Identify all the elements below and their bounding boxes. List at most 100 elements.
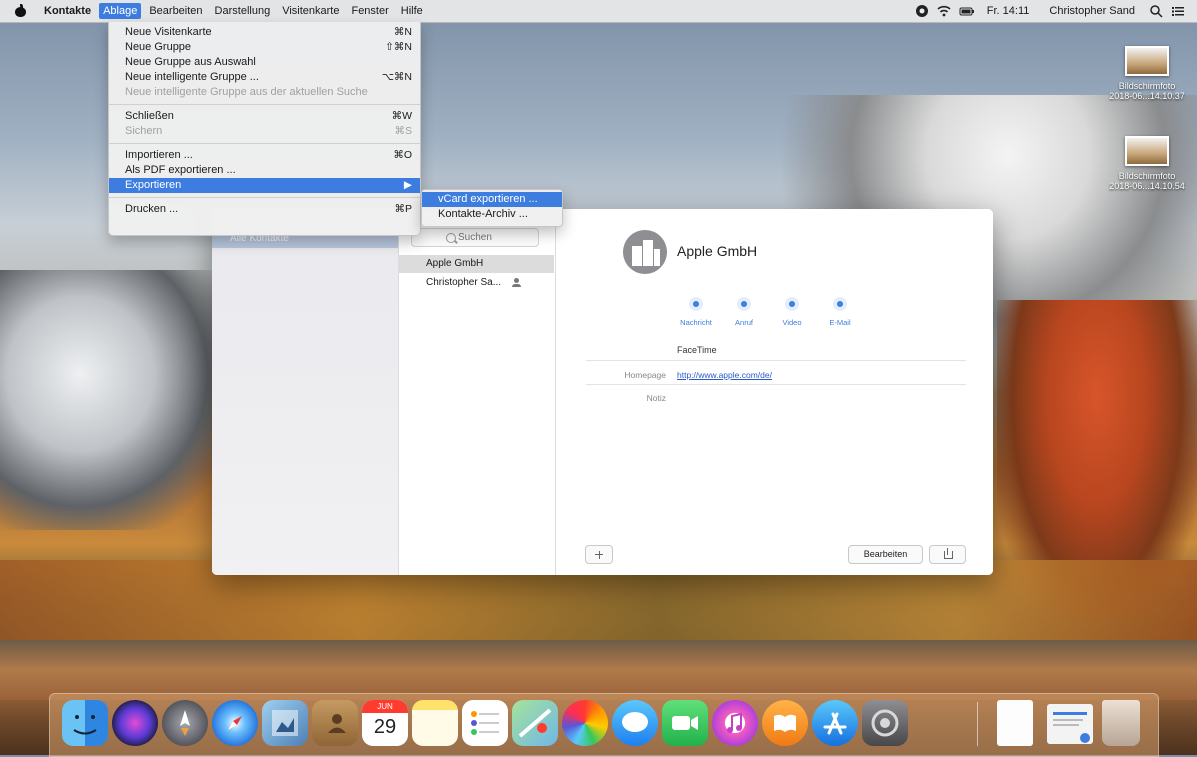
email-button[interactable]: E-Mail xyxy=(822,297,858,327)
clock[interactable]: Fr. 14:11 xyxy=(981,0,1036,22)
add-button[interactable] xyxy=(585,545,613,564)
ibooks-icon[interactable] xyxy=(762,700,808,746)
desktop-file-screenshot-1[interactable]: Bildschirmfoto 2018-06...14.10.37 xyxy=(1097,46,1197,101)
status-area: Fr. 14:11 Christopher Sand xyxy=(915,0,1197,22)
contact-row-christopher[interactable]: Christopher Sa... xyxy=(399,274,554,292)
contact-name: Christopher Sa... xyxy=(426,277,502,288)
wifi-icon[interactable] xyxy=(937,4,951,18)
file-date: 2018-06...14.10.37 xyxy=(1109,91,1185,101)
call-button[interactable]: Anruf xyxy=(726,297,762,327)
maps-icon[interactable] xyxy=(512,700,558,746)
preview-icon[interactable] xyxy=(262,700,308,746)
menu-item-label: Importieren ... xyxy=(125,149,193,161)
photos-icon[interactable] xyxy=(562,700,608,746)
homepage-link[interactable]: http://www.apple.com/de/ xyxy=(677,370,772,380)
contacts-icon[interactable] xyxy=(312,700,358,746)
contact-row-apple[interactable]: Apple GmbH xyxy=(399,255,554,273)
menu-item-new-card[interactable]: Neue Visitenkarte ⌘N xyxy=(109,25,420,40)
search-field[interactable] xyxy=(411,228,539,247)
calendar-icon[interactable]: JUN 29 xyxy=(362,700,408,746)
document-icon[interactable] xyxy=(997,700,1033,746)
menu-visitenkarte[interactable]: Visitenkarte xyxy=(276,0,345,22)
video-label: Video xyxy=(782,318,802,327)
divider xyxy=(586,384,966,385)
app-store-icon[interactable] xyxy=(812,700,858,746)
menu-item-export-vcard[interactable]: vCard exportieren ... xyxy=(422,192,562,207)
phone-icon xyxy=(737,297,751,311)
ablage-menu: Neue Visitenkarte ⌘N Neue Gruppe ⇧⌘N Neue … xyxy=(108,22,421,236)
note-label: Notiz xyxy=(646,393,666,403)
wallpaper-forest xyxy=(997,300,1197,620)
file-date: 2018-06...14.10.54 xyxy=(1109,181,1185,191)
menu-fenster[interactable]: Fenster xyxy=(345,0,394,22)
menu-item-label: Neue Visitenkarte xyxy=(125,26,212,38)
menu-item-new-group-from-selection[interactable]: Neue Gruppe aus Auswahl xyxy=(109,55,420,70)
itunes-icon[interactable] xyxy=(712,700,758,746)
company-avatar xyxy=(623,230,667,274)
user-name[interactable]: Christopher Sand xyxy=(1043,0,1141,22)
contact-detail-name: Apple GmbH xyxy=(677,243,758,259)
menu-item-import[interactable]: Importieren ... ⌘O xyxy=(109,148,420,163)
menu-darstellung[interactable]: Darstellung xyxy=(209,0,277,22)
menu-item-label: Drucken ... xyxy=(125,203,179,215)
menu-item-new-group[interactable]: Neue Gruppe ⇧⌘N xyxy=(109,40,420,55)
shortcut: ⇧⌘N xyxy=(385,41,412,53)
siri-icon[interactable] xyxy=(112,700,158,746)
menu-separator xyxy=(109,197,420,198)
video-button[interactable]: Video xyxy=(774,297,810,327)
contact-actions: Nachricht Anruf Video E-Mail xyxy=(678,297,858,327)
file-name: Bildschirmfoto xyxy=(1118,81,1176,91)
menu-item-label: Neue intelligente Gruppe ... xyxy=(125,71,259,83)
safari-icon[interactable] xyxy=(212,700,258,746)
email-label: E-Mail xyxy=(829,318,851,327)
trash-icon[interactable] xyxy=(1102,700,1140,746)
menu-separator xyxy=(109,104,420,105)
menu-item-label: Neue Gruppe aus Auswahl xyxy=(125,56,256,68)
menu-item-smart-group-from-search: Neue intelligente Gruppe aus der aktuell… xyxy=(109,85,420,100)
spotlight-icon[interactable] xyxy=(1149,4,1163,18)
edit-button[interactable]: Bearbeiten xyxy=(848,545,923,564)
menu-hilfe[interactable]: Hilfe xyxy=(395,0,429,22)
menu-item-new-smart-group[interactable]: Neue intelligente Gruppe ... ⌥⌘N xyxy=(109,70,420,85)
menu-item-print[interactable]: Drucken ... ⌘P xyxy=(109,202,420,217)
contacts-list: Apple GmbH Christopher Sa... xyxy=(399,209,556,575)
menu-bearbeiten[interactable]: Bearbeiten xyxy=(143,0,208,22)
search-input[interactable] xyxy=(458,231,534,244)
menu-bar: Kontakte Ablage Bearbeiten Darstellung V… xyxy=(0,0,1197,23)
submenu-arrow-icon: ▶ xyxy=(403,179,412,191)
menu-item-label: Neue Gruppe xyxy=(125,41,192,53)
menu-item-close[interactable]: Schließen ⌘W xyxy=(109,109,420,124)
shortcut: ⌥⌘N xyxy=(381,71,412,83)
desktop-file-screenshot-2[interactable]: Bildschirmfoto 2018-06...14.10.54 xyxy=(1097,136,1197,191)
message-button[interactable]: Nachricht xyxy=(678,297,714,327)
apple-menu-icon[interactable] xyxy=(14,4,28,18)
menu-item-label: Neue intelligente Gruppe aus der aktuell… xyxy=(125,86,368,98)
menu-item-export[interactable]: Exportieren ▶ xyxy=(109,178,420,193)
menu-item-label: Als PDF exportieren ... xyxy=(125,164,236,176)
menu-item-export-archive[interactable]: Kontakte-Archiv ... xyxy=(422,207,562,222)
contacts-window: Alle Kontakte Apple GmbH Christopher Sa.… xyxy=(212,209,993,575)
video-icon xyxy=(785,297,799,311)
reminders-icon[interactable] xyxy=(462,700,508,746)
facetime-icon[interactable] xyxy=(662,700,708,746)
file-name: Bildschirmfoto xyxy=(1118,171,1176,181)
messages-icon[interactable] xyxy=(612,700,658,746)
share-button[interactable] xyxy=(929,545,966,564)
menu-item-label: Exportieren xyxy=(125,179,182,191)
notification-center-icon[interactable] xyxy=(1171,4,1185,18)
homepage-label: Homepage xyxy=(624,370,666,380)
share-icon xyxy=(944,551,953,559)
launchpad-icon[interactable] xyxy=(162,700,208,746)
menu-ablage[interactable]: Ablage xyxy=(99,3,142,19)
menu-item-export-pdf[interactable]: Als PDF exportieren ... xyxy=(109,163,420,178)
screen-sharing-icon[interactable] xyxy=(915,4,929,18)
finder-icon[interactable] xyxy=(62,700,108,746)
notes-icon[interactable] xyxy=(412,700,458,746)
contact-name: Apple GmbH xyxy=(426,258,484,269)
app-menu[interactable]: Kontakte xyxy=(38,0,97,22)
downloads-icon[interactable] xyxy=(1047,704,1093,744)
battery-icon[interactable] xyxy=(959,4,974,18)
system-preferences-icon[interactable] xyxy=(862,700,908,746)
wallpaper-lake xyxy=(0,640,1197,700)
screenshot-thumbnail xyxy=(1125,136,1169,166)
